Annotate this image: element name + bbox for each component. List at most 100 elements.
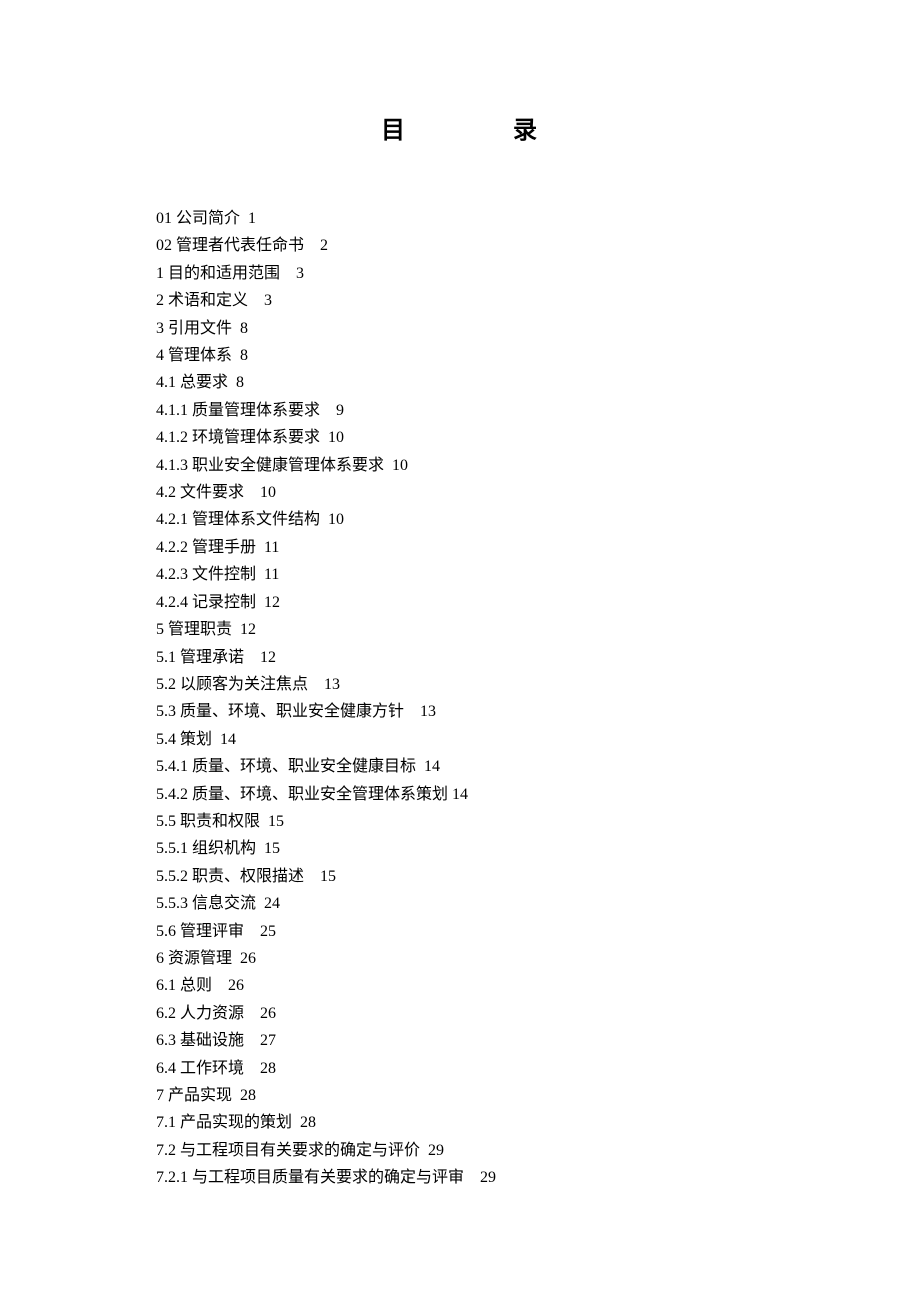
toc-entry-label: 6 资源管理: [156, 950, 232, 967]
toc-entry-gap: [320, 402, 336, 419]
toc-entry-page: 28: [300, 1114, 316, 1131]
toc-entry-page: 10: [260, 484, 276, 501]
toc-entry-gap: [232, 1087, 240, 1104]
toc-entry: 6.2 人力资源 26: [156, 1000, 920, 1027]
toc-entry: 7.1 产品实现的策划 28: [156, 1109, 920, 1136]
toc-entry-page: 8: [240, 320, 248, 337]
toc-entry-gap: [232, 347, 240, 364]
toc-entry-gap: [384, 457, 392, 474]
toc-entry: 4.1 总要求 8: [156, 369, 920, 396]
toc-entry-gap: [212, 731, 220, 748]
toc-entry-page: 10: [328, 511, 344, 528]
toc-entry-page: 24: [264, 895, 280, 912]
toc-entry-label: 4.1.1 质量管理体系要求: [156, 402, 320, 419]
toc-entry-page: 13: [420, 703, 436, 720]
toc-entry-label: 5.5.2 职责、权限描述: [156, 868, 304, 885]
toc-entry-gap: [244, 649, 260, 666]
toc-entry-gap: [232, 950, 240, 967]
toc-entry: 4.2.2 管理手册 11: [156, 534, 920, 561]
toc-entry: 4.2.1 管理体系文件结构 10: [156, 506, 920, 533]
toc-entry: 02 管理者代表任命书 2: [156, 232, 920, 259]
toc-entry-label: 5.1 管理承诺: [156, 649, 244, 666]
toc-entry: 5.4.1 质量、环境、职业安全健康目标 14: [156, 753, 920, 780]
toc-entry-page: 26: [228, 977, 244, 994]
toc-entry-label: 6.4 工作环境: [156, 1060, 244, 1077]
toc-entry: 6.1 总则 26: [156, 972, 920, 999]
toc-entry-page: 3: [296, 265, 304, 282]
toc-entry-label: 6.2 人力资源: [156, 1005, 244, 1022]
toc-entry: 7.2 与工程项目有关要求的确定与评价 29: [156, 1137, 920, 1164]
toc-entry: 4.2.3 文件控制 11: [156, 561, 920, 588]
toc-entry-label: 4.2.2 管理手册: [156, 539, 256, 556]
toc-entry-gap: [280, 265, 296, 282]
toc-entry-page: 15: [268, 813, 284, 830]
toc-entry-gap: [256, 594, 264, 611]
toc-entry: 5.6 管理评审 25: [156, 918, 920, 945]
toc-entry-label: 6.3 基础设施: [156, 1032, 244, 1049]
toc-entry-label: 3 引用文件: [156, 320, 232, 337]
toc-entry-label: 5.4 策划: [156, 731, 212, 748]
toc-entry-gap: [256, 539, 264, 556]
toc-entry-page: 8: [240, 347, 248, 364]
toc-entry-label: 5.3 质量、环境、职业安全健康方针: [156, 703, 404, 720]
toc-entry-page: 29: [428, 1142, 444, 1159]
toc-entry-gap: [248, 292, 264, 309]
toc-entry-gap: [240, 210, 248, 227]
toc-entry: 4.1.2 环境管理体系要求 10: [156, 424, 920, 451]
toc-entry-label: 6.1 总则: [156, 977, 212, 994]
page-container: 目 录 01 公司简介 102 管理者代表任命书 21 目的和适用范围 32 术…: [0, 0, 920, 1192]
toc-entry-page: 26: [260, 1005, 276, 1022]
toc-entry-page: 26: [240, 950, 256, 967]
toc-entry-gap: [244, 1005, 260, 1022]
toc-entry: 2 术语和定义 3: [156, 287, 920, 314]
toc-entry: 1 目的和适用范围 3: [156, 260, 920, 287]
title-char-2: 录: [513, 118, 539, 144]
toc-entry-gap: [256, 566, 264, 583]
toc-entry: 3 引用文件 8: [156, 315, 920, 342]
toc-entry-page: 3: [264, 292, 272, 309]
toc-entry-gap: [228, 374, 236, 391]
table-of-contents: 01 公司简介 102 管理者代表任命书 21 目的和适用范围 32 术语和定义…: [156, 205, 920, 1192]
toc-entry-label: 5.4.1 质量、环境、职业安全健康目标: [156, 758, 416, 775]
toc-entry-label: 4.1.2 环境管理体系要求: [156, 429, 320, 446]
toc-entry-label: 4.2.3 文件控制: [156, 566, 256, 583]
doc-title: 目 录: [0, 110, 920, 145]
toc-entry-label: 5.5.1 组织机构: [156, 840, 256, 857]
toc-entry-label: 4 管理体系: [156, 347, 232, 364]
toc-entry: 6.4 工作环境 28: [156, 1055, 920, 1082]
toc-entry-page: 28: [240, 1087, 256, 1104]
toc-entry: 4.2 文件要求 10: [156, 479, 920, 506]
toc-entry-page: 15: [320, 868, 336, 885]
toc-entry-label: 4.2.1 管理体系文件结构: [156, 511, 320, 528]
toc-entry-page: 10: [392, 457, 408, 474]
toc-entry-label: 5 管理职责: [156, 621, 232, 638]
toc-entry-gap: [244, 1060, 260, 1077]
toc-entry-gap: [416, 758, 424, 775]
toc-entry-gap: [232, 621, 240, 638]
toc-entry-label: 7.1 产品实现的策划: [156, 1114, 292, 1131]
toc-entry-label: 01 公司简介: [156, 210, 240, 227]
toc-entry: 5.1 管理承诺 12: [156, 644, 920, 671]
toc-entry: 5.4.2 质量、环境、职业安全管理体系策划 14: [156, 781, 920, 808]
toc-entry-label: 5.4.2 质量、环境、职业安全管理体系策划: [156, 786, 448, 803]
toc-entry-gap: [420, 1142, 428, 1159]
toc-entry-page: 12: [260, 649, 276, 666]
toc-entry-page: 12: [240, 621, 256, 638]
toc-entry: 5.5 职责和权限 15: [156, 808, 920, 835]
toc-entry-label: 4.1 总要求: [156, 374, 228, 391]
toc-entry: 6 资源管理 26: [156, 945, 920, 972]
toc-entry: 4.2.4 记录控制 12: [156, 589, 920, 616]
toc-entry-page: 14: [452, 786, 468, 803]
toc-entry-page: 9: [336, 402, 344, 419]
toc-entry-label: 7.2.1 与工程项目质量有关要求的确定与评审: [156, 1169, 464, 1186]
toc-entry-gap: [320, 511, 328, 528]
toc-entry: 01 公司简介 1: [156, 205, 920, 232]
toc-entry-gap: [308, 676, 324, 693]
toc-entry-page: 15: [264, 840, 280, 857]
toc-entry: 7 产品实现 28: [156, 1082, 920, 1109]
toc-entry-page: 8: [236, 374, 244, 391]
toc-entry-label: 4.1.3 职业安全健康管理体系要求: [156, 457, 384, 474]
toc-entry: 4 管理体系 8: [156, 342, 920, 369]
toc-entry-page: 27: [260, 1032, 276, 1049]
title-char-1: 目: [381, 118, 407, 144]
